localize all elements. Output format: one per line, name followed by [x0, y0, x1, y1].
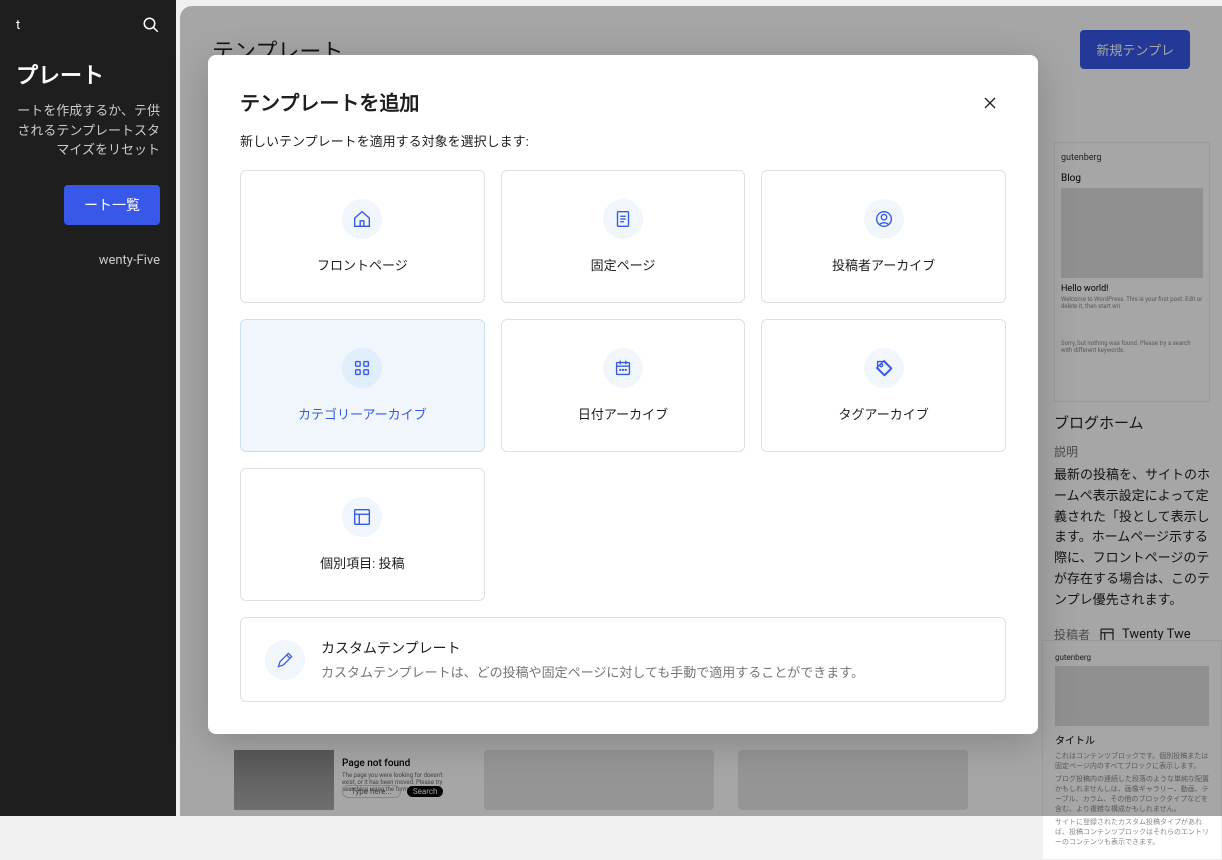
template-option-tag-archive[interactable]: タグアーカイブ: [761, 319, 1006, 452]
sidebar: t プレート ートを作成するか、テ供されるテンプレートスタマイズをリセット ート…: [0, 0, 176, 816]
card-label: 固定ページ: [591, 255, 656, 274]
modal-subtitle: 新しいテンプレートを適用する対象を選択します:: [240, 131, 1006, 150]
sidebar-description: ートを作成するか、テ供されるテンプレートスタマイズをリセット: [0, 102, 176, 185]
card-label: 日付アーカイブ: [578, 404, 668, 423]
author-icon: [873, 208, 895, 230]
template-option-single-post[interactable]: 個別項目: 投稿: [240, 468, 485, 601]
custom-template-title: カスタムテンプレート: [321, 638, 981, 658]
layout-icon: [351, 506, 373, 528]
card-label: フロントページ: [317, 255, 408, 274]
preview2-line: サイトに登録されたカスタム投稿タイプがあれば、投稿コンテンツブロックはそれらのエ…: [1055, 817, 1209, 847]
template-option-date-archive[interactable]: 日付アーカイブ: [501, 319, 746, 452]
modal-title: テンプレートを追加: [240, 87, 419, 116]
add-template-modal: テンプレートを追加 新しいテンプレートを適用する対象を選択します: フロントペー…: [208, 55, 1038, 734]
category-icon: [351, 357, 373, 379]
page-icon: [612, 208, 634, 230]
edit-icon: [275, 650, 295, 670]
sidebar-theme-name[interactable]: wenty-Five: [0, 245, 176, 276]
template-option-page[interactable]: 固定ページ: [501, 170, 746, 303]
card-label: カテゴリーアーカイブ: [298, 404, 427, 423]
template-option-author-archive[interactable]: 投稿者アーカイブ: [761, 170, 1006, 303]
card-label: タグアーカイブ: [839, 404, 929, 423]
home-icon: [351, 208, 373, 230]
close-button[interactable]: [974, 87, 1006, 119]
custom-template-description: カスタムテンプレートは、どの投稿や固定ページに対しても手動で適用することができま…: [321, 662, 981, 681]
card-label: 個別項目: 投稿: [320, 553, 404, 572]
sidebar-list-button[interactable]: ート一覧: [64, 185, 160, 225]
sidebar-back-label: t: [16, 18, 20, 33]
calendar-icon: [612, 357, 634, 379]
card-label: 投稿者アーカイブ: [832, 255, 935, 274]
custom-template-option[interactable]: カスタムテンプレート カスタムテンプレートは、どの投稿や固定ページに対しても手動…: [240, 617, 1006, 702]
close-icon: [980, 93, 1000, 113]
search-icon[interactable]: [142, 16, 160, 34]
template-option-front-page[interactable]: フロントページ: [240, 170, 485, 303]
sidebar-heading: プレート: [0, 58, 176, 102]
template-option-category-archive[interactable]: カテゴリーアーカイブ: [240, 319, 485, 452]
tag-icon: [873, 357, 895, 379]
